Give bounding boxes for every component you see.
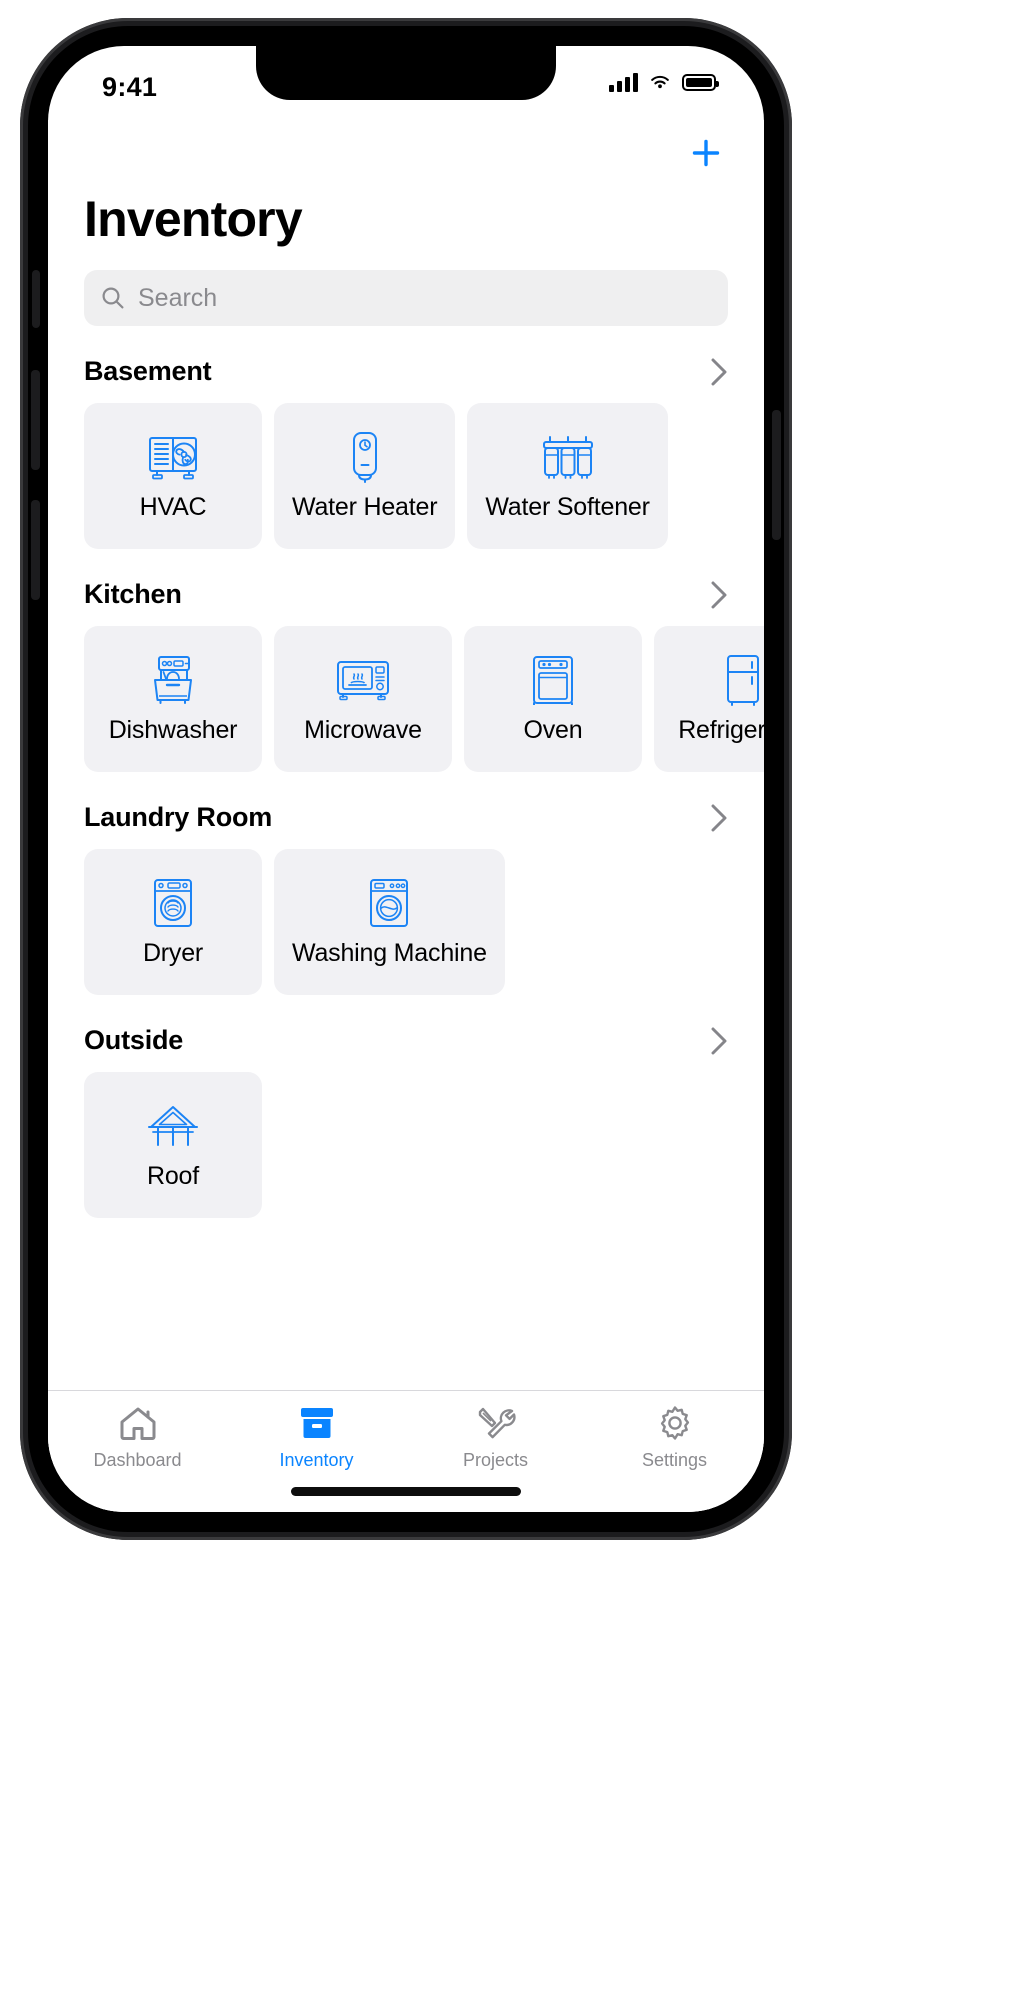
tab-projects[interactable]: Projects: [406, 1403, 585, 1471]
section-title: Laundry Room: [84, 802, 273, 832]
status-bar-indicators: [609, 72, 719, 92]
microwave-icon: [336, 654, 390, 706]
card-row-laundry-room[interactable]: Dryer Washing Machine: [48, 849, 764, 995]
battery-full-icon: [682, 73, 719, 91]
phone-screen: 9:41 Inventory Search Basement HVAC Wate…: [48, 46, 764, 1512]
section-basement: Basement HVAC Water Heater Water Softene…: [48, 356, 764, 549]
status-bar: 9:41: [48, 46, 764, 120]
section-title: Outside: [84, 1025, 184, 1055]
chevron-right-icon[interactable]: [710, 357, 728, 387]
tab-inventory[interactable]: Inventory: [227, 1403, 406, 1471]
signal-bars-icon: [609, 72, 638, 92]
section-title: Kitchen: [84, 579, 182, 609]
tab-dashboard[interactable]: Dashboard: [48, 1403, 227, 1471]
item-card-dryer[interactable]: Dryer: [84, 849, 262, 995]
volume-up-button[interactable]: [31, 370, 40, 470]
section-outside: Outside Roof: [48, 1025, 764, 1218]
phone-device-frame: 9:41 Inventory Search Basement HVAC Wate…: [20, 18, 792, 1540]
app-content: Inventory Search Basement HVAC Water Hea…: [48, 120, 764, 1512]
dishwasher-icon: [150, 654, 196, 706]
page-title: Inventory: [84, 191, 303, 247]
card-row-outside[interactable]: Roof: [48, 1072, 764, 1218]
wifi-icon: [651, 75, 669, 89]
search-container: Search: [48, 248, 764, 326]
mute-switch-button[interactable]: [32, 270, 40, 328]
water-heater-icon: [348, 431, 382, 483]
item-card-label: Washing Machine: [292, 938, 487, 967]
section-header-laundry-room[interactable]: Laundry Room: [48, 802, 764, 833]
gear-icon: [657, 1403, 693, 1443]
status-bar-time: 9:41: [102, 72, 158, 102]
section-title: Basement: [84, 356, 212, 386]
item-card-water-softener[interactable]: Water Softener: [467, 403, 668, 549]
tab-label: Projects: [462, 1450, 529, 1470]
search-icon: [100, 285, 126, 311]
item-card-label: Oven: [523, 715, 583, 744]
item-card-label: Dryer: [142, 938, 204, 967]
add-item-button[interactable]: [684, 131, 728, 175]
power-button[interactable]: [772, 410, 781, 540]
oven-icon: [531, 654, 575, 706]
section-laundry-room: Laundry Room Dryer Washing Machine: [48, 802, 764, 995]
refrigerator-icon: [725, 654, 761, 706]
item-card-hvac[interactable]: HVAC: [84, 403, 262, 549]
search-input[interactable]: Search: [84, 270, 728, 326]
item-card-washing-machine[interactable]: Washing Machine: [274, 849, 505, 995]
water-softener-icon: [541, 431, 595, 483]
search-placeholder-text: Search: [138, 283, 218, 312]
item-card-label: Roof: [146, 1161, 199, 1190]
item-card-label: Microwave: [304, 715, 422, 744]
item-card-microwave[interactable]: Microwave: [274, 626, 452, 772]
item-card-oven[interactable]: Oven: [464, 626, 642, 772]
item-card-refrigerator[interactable]: Refrigerator: [654, 626, 764, 772]
section-header-outside[interactable]: Outside: [48, 1025, 764, 1056]
section-kitchen: Kitchen Dishwasher Microwave Oven Refrig…: [48, 579, 764, 772]
dryer-icon: [152, 877, 194, 929]
item-card-label: Water Heater: [292, 492, 438, 521]
volume-down-button[interactable]: [31, 500, 40, 600]
chevron-right-icon[interactable]: [710, 803, 728, 833]
plus-icon: [692, 139, 720, 167]
item-card-label: Refrigerator: [678, 715, 764, 744]
hvac-icon: [147, 431, 199, 483]
screenshot-root: 9:41 Inventory Search Basement HVAC Wate…: [0, 0, 1028, 2000]
chevron-right-icon[interactable]: [710, 580, 728, 610]
item-card-dishwasher[interactable]: Dishwasher: [84, 626, 262, 772]
navigation-bar: [48, 120, 764, 186]
card-row-basement[interactable]: HVAC Water Heater Water Softener: [48, 403, 764, 549]
tab-label: Settings: [641, 1450, 708, 1470]
card-row-kitchen[interactable]: Dishwasher Microwave Oven Refriger: [48, 626, 764, 772]
item-card-label: Dishwasher: [108, 715, 238, 744]
home-indicator[interactable]: [291, 1487, 521, 1496]
section-header-kitchen[interactable]: Kitchen: [48, 579, 764, 610]
roof-icon: [147, 1100, 199, 1152]
tab-label: Dashboard: [93, 1450, 182, 1470]
chevron-right-icon[interactable]: [710, 1026, 728, 1056]
item-card-label: Water Softener: [485, 492, 650, 521]
washing-machine-icon: [368, 877, 410, 929]
item-card-roof[interactable]: Roof: [84, 1072, 262, 1218]
item-card-label: HVAC: [139, 492, 207, 521]
tab-label: Inventory: [279, 1450, 354, 1470]
tools-icon: [476, 1403, 516, 1443]
house-icon: [119, 1403, 157, 1443]
tab-settings[interactable]: Settings: [585, 1403, 764, 1471]
section-header-basement[interactable]: Basement: [48, 356, 764, 387]
archive-box-icon: [299, 1403, 335, 1443]
item-card-water-heater[interactable]: Water Heater: [274, 403, 456, 549]
